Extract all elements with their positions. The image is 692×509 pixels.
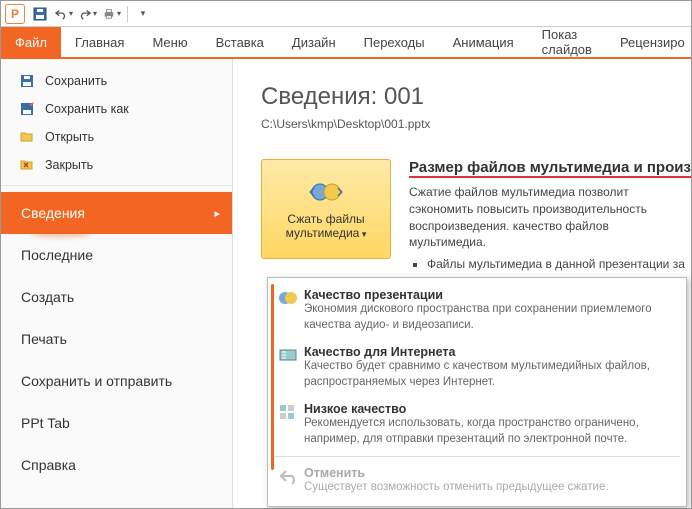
nav-share[interactable]: Сохранить и отправить bbox=[1, 360, 232, 402]
compress-media-button[interactable]: Сжать файлы мультимедиа bbox=[261, 159, 391, 259]
nav-save[interactable]: Сохранить bbox=[1, 67, 232, 95]
nav-label: Печать bbox=[21, 331, 67, 347]
nav-label: Создать bbox=[21, 289, 74, 305]
compress-section: Сжать файлы мультимедиа Размер файлов му… bbox=[261, 159, 683, 271]
nav-label: Сохранить bbox=[45, 74, 107, 88]
save-icon[interactable] bbox=[31, 5, 49, 23]
page-title: Сведения: 001 bbox=[261, 83, 683, 111]
nav-save-as[interactable]: Сохранить как bbox=[1, 95, 232, 123]
tab-animations[interactable]: Анимация bbox=[439, 27, 528, 57]
nav-open[interactable]: Открыть bbox=[1, 123, 232, 151]
nav-info[interactable]: Сведения bbox=[1, 192, 232, 234]
section-bullet: Файлы мультимедиа в данной презентации з… bbox=[427, 257, 683, 271]
ribbon-tabs: Файл Главная Меню Вставка Дизайн Переход… bbox=[1, 27, 691, 59]
low-quality-icon bbox=[278, 402, 298, 422]
file-path: C:\Users\kmp\Desktop\001.pptx bbox=[261, 117, 683, 131]
nav-label: Открыть bbox=[45, 130, 94, 144]
menu-title: Низкое качество bbox=[304, 402, 676, 416]
nav-print[interactable]: Печать bbox=[1, 318, 232, 360]
compress-quality-menu: Качество презентации Экономия дискового … bbox=[267, 277, 687, 507]
close-icon bbox=[19, 157, 35, 173]
button-label: Сжать файлы мультимедиа bbox=[266, 212, 386, 241]
save-as-icon bbox=[19, 101, 35, 117]
print-qat-icon[interactable] bbox=[103, 5, 121, 23]
qat-customize-icon[interactable]: ▾ bbox=[134, 5, 152, 23]
tab-insert[interactable]: Вставка bbox=[202, 27, 278, 57]
section-heading: Размер файлов мультимедиа и производ bbox=[409, 159, 691, 178]
app-logo: P bbox=[5, 4, 25, 24]
nav-label: Последние bbox=[21, 247, 93, 263]
internet-quality-icon bbox=[278, 345, 298, 365]
tab-transitions[interactable]: Переходы bbox=[350, 27, 439, 57]
nav-label: Закрыть bbox=[45, 158, 93, 172]
nav-help[interactable]: Справка bbox=[1, 444, 232, 486]
highlight-smudge bbox=[31, 230, 91, 238]
tab-menu[interactable]: Меню bbox=[138, 27, 201, 57]
nav-recent[interactable]: Последние bbox=[1, 234, 232, 276]
tab-review[interactable]: Рецензиро bbox=[606, 27, 692, 57]
nav-ppttab[interactable]: PPt Tab bbox=[1, 402, 232, 444]
menu-item-undo: Отменить Существует возможность отменить… bbox=[268, 460, 686, 502]
nav-label: Сведения bbox=[21, 205, 85, 221]
tab-home[interactable]: Главная bbox=[61, 27, 138, 57]
nav-label: PPt Tab bbox=[21, 415, 70, 431]
compress-media-icon bbox=[308, 178, 344, 206]
redo-icon[interactable] bbox=[79, 5, 97, 23]
nav-label: Сохранить и отправить bbox=[21, 373, 172, 389]
nav-new[interactable]: Создать bbox=[1, 276, 232, 318]
nav-label: Справка bbox=[21, 457, 76, 473]
undo-icon bbox=[278, 466, 298, 486]
presentation-quality-icon bbox=[278, 288, 298, 308]
menu-desc: Рекомендуется использовать, когда простр… bbox=[304, 416, 676, 447]
backstage-nav: Сохранить Сохранить как Открыть Закрыть … bbox=[1, 59, 233, 508]
menu-separator bbox=[274, 456, 680, 457]
menu-title: Отменить bbox=[304, 466, 609, 480]
menu-title: Качество презентации bbox=[304, 288, 676, 302]
tab-slideshow[interactable]: Показ слайдов bbox=[528, 27, 606, 57]
menu-item-internet-quality[interactable]: Качество для Интернета Качество будет ср… bbox=[268, 339, 686, 396]
menu-title: Качество для Интернета bbox=[304, 345, 676, 359]
compress-description: Размер файлов мультимедиа и производ Сжа… bbox=[409, 159, 683, 271]
nav-close[interactable]: Закрыть bbox=[1, 151, 232, 179]
quick-access-toolbar: P ▾ bbox=[1, 1, 691, 27]
menu-desc: Существует возможность отменить предыдущ… bbox=[304, 480, 609, 496]
qat-separator bbox=[127, 6, 128, 22]
undo-icon[interactable] bbox=[55, 5, 73, 23]
open-icon bbox=[19, 129, 35, 145]
tab-design[interactable]: Дизайн bbox=[278, 27, 350, 57]
nav-label: Сохранить как bbox=[45, 102, 129, 116]
menu-desc: Качество будет сравнимо с качеством муль… bbox=[304, 359, 676, 390]
menu-item-presentation-quality[interactable]: Качество презентации Экономия дискового … bbox=[268, 282, 686, 339]
tab-file[interactable]: Файл bbox=[1, 27, 61, 57]
menu-item-low-quality[interactable]: Низкое качество Рекомендуется использова… bbox=[268, 396, 686, 453]
menu-desc: Экономия дискового пространства при сохр… bbox=[304, 302, 676, 333]
section-text: Сжатие файлов мультимедиа позволит сэкон… bbox=[409, 184, 683, 251]
save-icon bbox=[19, 73, 35, 89]
nav-divider bbox=[1, 185, 232, 186]
